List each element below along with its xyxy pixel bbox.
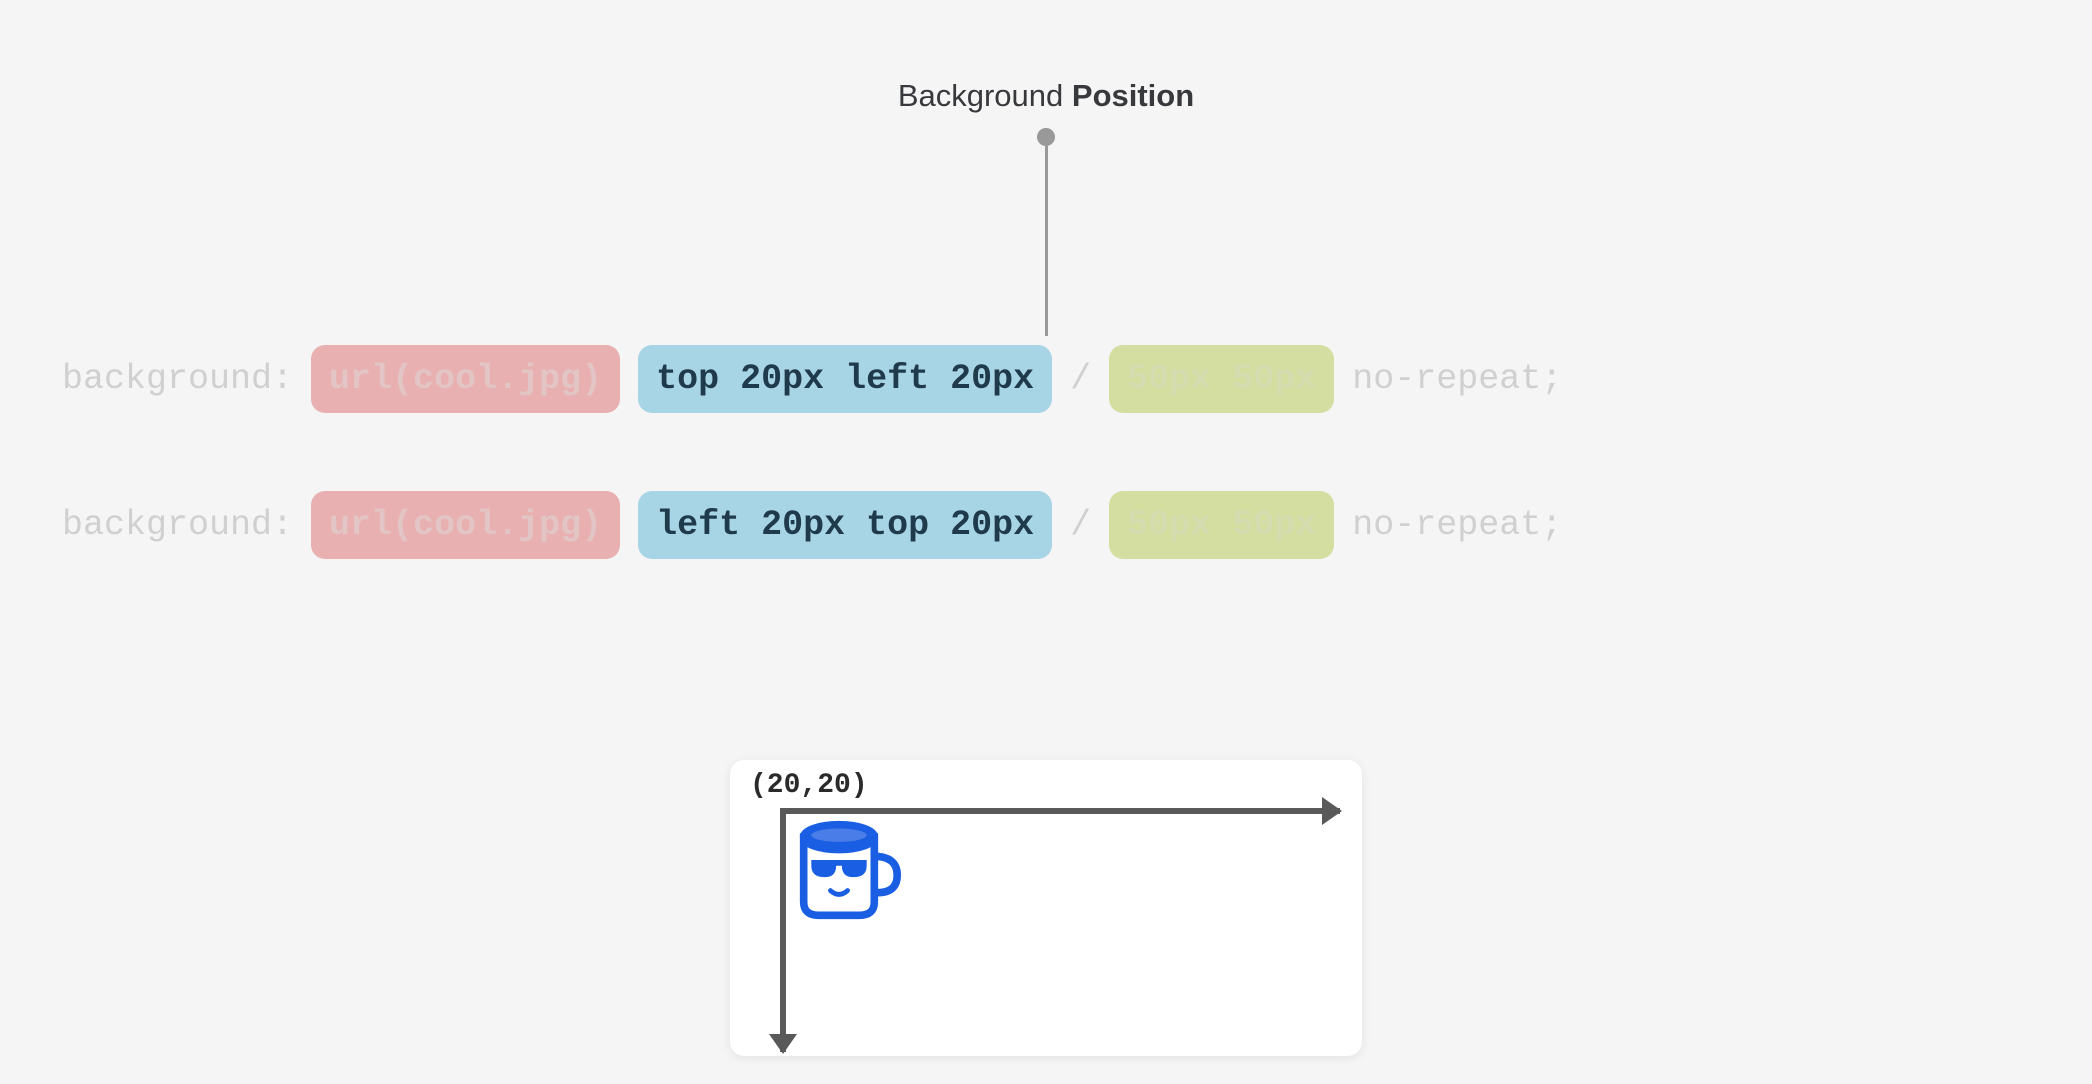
demo-diagram: (20,20) <box>730 760 1362 1056</box>
code-line-2: background: url(cool.jpg) left 20px top … <box>62 491 2030 559</box>
repeat-label: no-repeat; <box>1352 505 1562 545</box>
code-line-1: background: url(cool.jpg) top 20px left … <box>62 345 2030 413</box>
connector-dot-icon <box>1037 128 1055 146</box>
property-label: background: <box>62 505 293 545</box>
size-chip: 50px 50px <box>1109 491 1334 559</box>
url-chip: url(cool.jpg) <box>311 491 620 559</box>
repeat-label: no-repeat; <box>1352 359 1562 399</box>
coordinate-label: (20,20) <box>750 770 868 801</box>
property-label: background: <box>62 359 293 399</box>
y-axis-icon <box>780 808 786 1052</box>
url-chip: url(cool.jpg) <box>311 345 620 413</box>
mug-icon <box>792 818 907 923</box>
separator: / <box>1070 505 1091 545</box>
title-bold: Position <box>1072 78 1194 113</box>
position-chip: left 20px top 20px <box>638 491 1052 559</box>
title-prefix: Background <box>898 78 1072 113</box>
x-axis-icon <box>780 808 1340 814</box>
connector-line <box>1037 128 1055 336</box>
position-chip: top 20px left 20px <box>638 345 1052 413</box>
separator: / <box>1070 359 1091 399</box>
code-block: background: url(cool.jpg) top 20px left … <box>62 345 2030 637</box>
demo-card: (20,20) <box>730 760 1362 1056</box>
size-chip: 50px 50px <box>1109 345 1334 413</box>
